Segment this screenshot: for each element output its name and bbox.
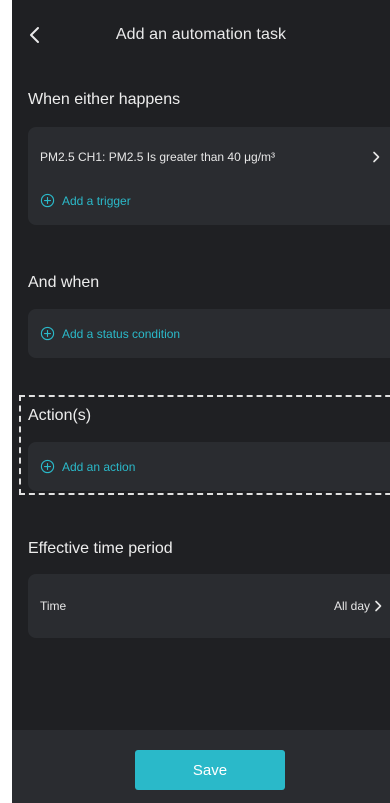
conditions-section-title: And when bbox=[28, 274, 100, 291]
actions-section-title: Action(s) bbox=[28, 407, 92, 424]
save-button[interactable]: Save bbox=[135, 750, 285, 790]
time-period-section-title: Effective time period bbox=[28, 540, 173, 557]
chevron-left-icon bbox=[30, 27, 39, 43]
add-trigger-button[interactable]: Add a trigger bbox=[40, 193, 131, 208]
app-screen: Add an automation task When either happe… bbox=[12, 0, 390, 803]
back-button[interactable] bbox=[22, 22, 48, 48]
add-action-label: Add an action bbox=[62, 459, 136, 474]
time-value-text: All day bbox=[333, 599, 370, 613]
plus-circle-icon bbox=[40, 193, 55, 208]
conditions-card: Add a status condition bbox=[28, 309, 390, 358]
footer-bar: Save bbox=[12, 730, 390, 803]
time-period-card: Time All day bbox=[28, 574, 390, 638]
triggers-card: PM2.5 CH1: PM2.5 Is greater than 40 μg/m… bbox=[28, 127, 390, 225]
chevron-right-icon bbox=[373, 151, 380, 163]
plus-circle-icon bbox=[40, 326, 55, 341]
plus-circle-icon bbox=[40, 459, 55, 474]
add-action-button[interactable]: Add an action bbox=[40, 459, 135, 474]
triggers-section-title: When either happens bbox=[28, 91, 181, 108]
actions-card: Add an action bbox=[28, 442, 390, 491]
time-value: All day bbox=[334, 599, 384, 613]
add-trigger-label: Add a trigger bbox=[62, 193, 131, 208]
add-status-condition-label: Add a status condition bbox=[62, 326, 181, 341]
trigger-item-pm25[interactable]: PM2.5 CH1: PM2.5 Is greater than 40 μg/m… bbox=[28, 137, 390, 177]
time-row-label: Time bbox=[40, 599, 67, 613]
header-bar: Add an automation task bbox=[12, 0, 390, 70]
add-status-condition-button[interactable]: Add a status condition bbox=[40, 326, 180, 341]
page-title: Add an automation task bbox=[115, 26, 287, 43]
trigger-item-label: PM2.5 CH1: PM2.5 Is greater than 40 μg/m… bbox=[40, 150, 276, 164]
chevron-right-icon bbox=[375, 600, 382, 612]
time-row[interactable]: Time All day bbox=[28, 574, 390, 638]
